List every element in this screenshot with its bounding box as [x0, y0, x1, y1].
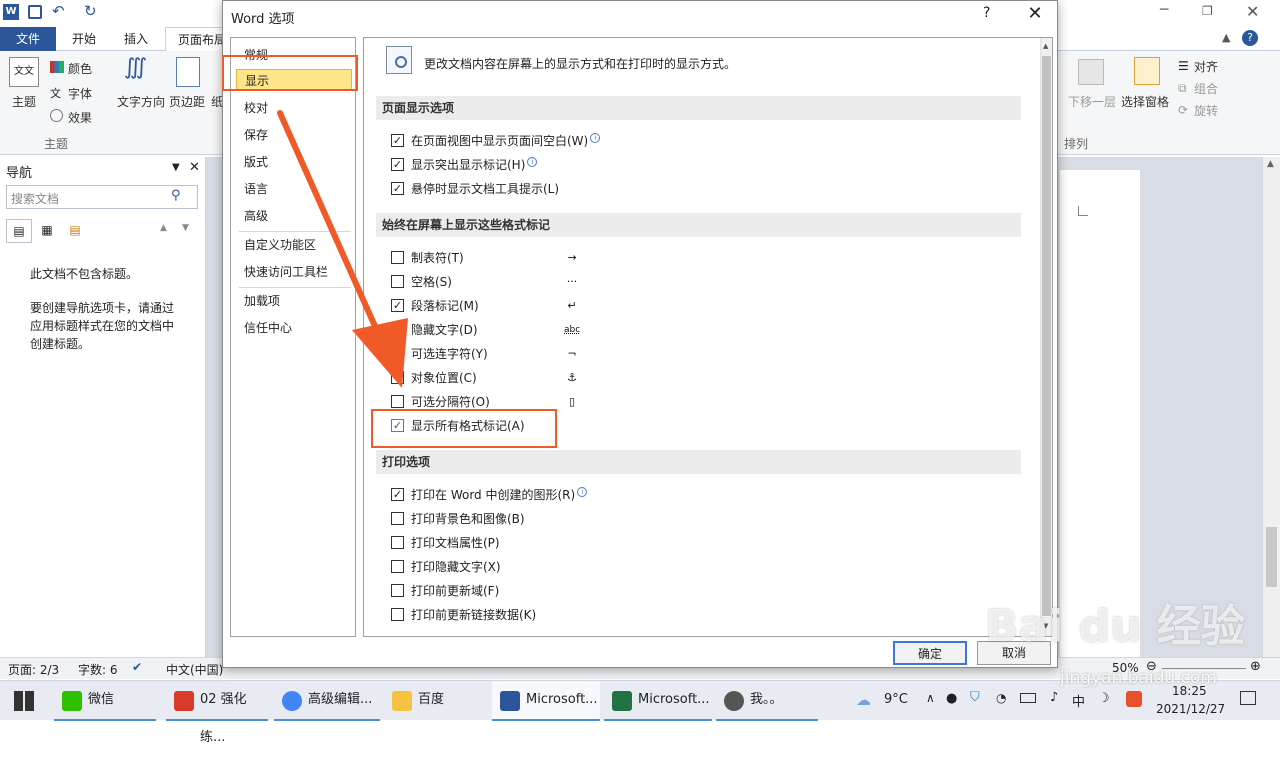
watermark-logo-text: Bai du 经验: [985, 601, 1245, 652]
watermark-logo: Bai du 经验: [985, 590, 1245, 654]
watermark-url: jingyan.baidu.com: [1060, 668, 1217, 688]
